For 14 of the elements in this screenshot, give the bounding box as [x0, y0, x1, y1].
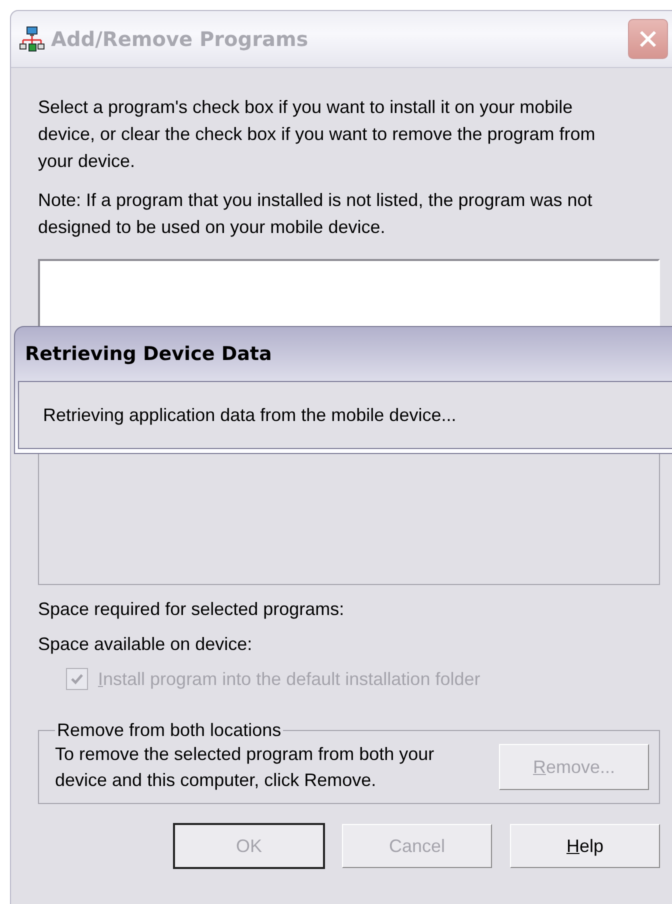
close-button[interactable]: [628, 19, 668, 59]
checkmark-icon: [70, 672, 84, 686]
close-icon: [637, 28, 659, 50]
window-title: Add/Remove Programs: [51, 27, 310, 51]
group-title: Remove from both locations: [56, 720, 282, 741]
note-text: Note: If a program that you installed is not listed, the program was not designed to be used on your mobile device.: [38, 189, 594, 239]
progress-dialog-title: Retrieving Device Data: [24, 342, 273, 367]
dialog-button[interactable]: Help: [510, 824, 660, 868]
space-available-label: Space available on device:: [38, 634, 254, 656]
instructions-text: Select a program's check box if you want to install it on your mobile device, or clear the check box if you want to remove the program from your device.: [38, 96, 596, 173]
remove-instructions-text: To remove the selected program from both your device and this computer, click Remove.: [55, 743, 436, 792]
progress-message: Retrieving application data from the mobile device...: [18, 381, 672, 449]
network-computers-icon: [19, 26, 45, 52]
space-required-label: Space required for selected programs:: [38, 599, 346, 621]
